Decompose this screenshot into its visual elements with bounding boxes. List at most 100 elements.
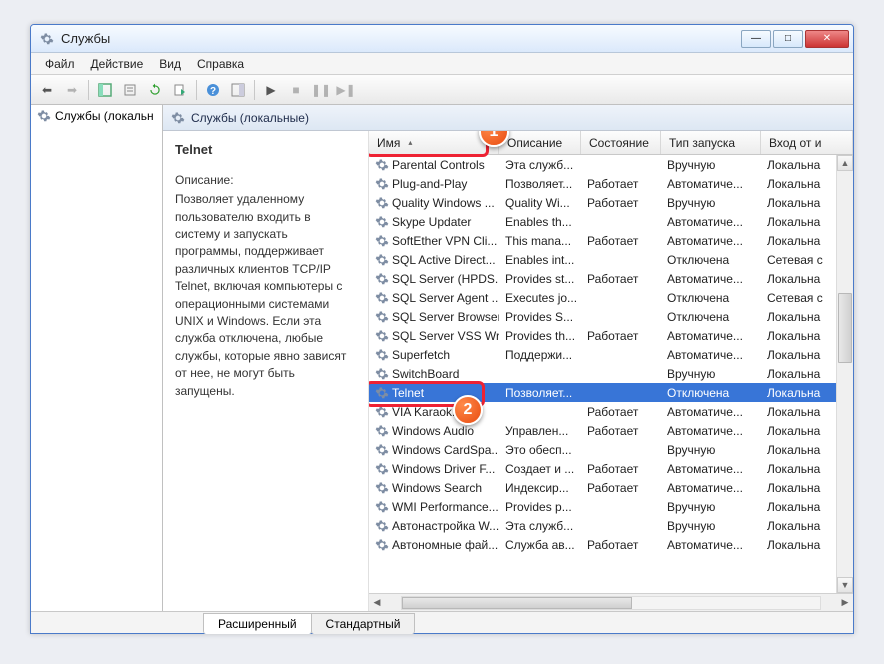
table-row[interactable]: SuperfetchПоддержи...Автоматиче...Локаль…	[369, 345, 853, 364]
menu-file[interactable]: Файл	[37, 55, 83, 73]
cell-name: Windows CardSpa...	[369, 443, 499, 457]
vscroll-thumb[interactable]	[838, 293, 852, 363]
cell-desc: Эта служб...	[499, 158, 581, 172]
table-row[interactable]: SQL Server Agent ...Executes jo...Отключ…	[369, 288, 853, 307]
menu-action[interactable]: Действие	[83, 55, 152, 73]
table-row[interactable]: Автономные фай...Служба ав...РаботаетАвт…	[369, 535, 853, 554]
scroll-left-icon[interactable]: ◀	[369, 597, 385, 608]
scroll-right-icon[interactable]: ▶	[837, 597, 853, 608]
menu-help[interactable]: Справка	[189, 55, 252, 73]
table-row[interactable]: TelnetПозволяет...ОтключенаЛокальна	[369, 383, 853, 402]
cell-state: Работает	[581, 272, 661, 286]
maximize-button[interactable]: □	[773, 30, 803, 48]
table-row[interactable]: Windows AudioУправлен...РаботаетАвтомати…	[369, 421, 853, 440]
separator	[196, 80, 197, 100]
action-pane-button[interactable]	[226, 78, 250, 102]
cell-name: SQL Server VSS Wr...	[369, 329, 499, 343]
table-row[interactable]: SQL Server VSS Wr...Provides th...Работа…	[369, 326, 853, 345]
cell-desc: Это обесп...	[499, 443, 581, 457]
table-row[interactable]: SwitchBoardВручнуюЛокальна	[369, 364, 853, 383]
cell-state: Работает	[581, 462, 661, 476]
table-row[interactable]: WMI Performance...Provides p...ВручнуюЛо…	[369, 497, 853, 516]
cell-start: Автоматиче...	[661, 538, 761, 552]
column-description[interactable]: Описание	[499, 131, 581, 154]
separator	[88, 80, 89, 100]
cell-start: Вручную	[661, 367, 761, 381]
close-button[interactable]: ✕	[805, 30, 849, 48]
forward-button[interactable]: ➡	[60, 78, 84, 102]
cell-name: WMI Performance...	[369, 500, 499, 514]
tree-pane[interactable]: Службы (локальн	[31, 105, 163, 611]
cell-desc: Quality Wi...	[499, 196, 581, 210]
cell-name: Superfetch	[369, 348, 499, 362]
back-button[interactable]: ⬅	[35, 78, 59, 102]
cell-desc: Создает и ...	[499, 462, 581, 476]
cell-start: Отключена	[661, 386, 761, 400]
tab-standard[interactable]: Стандартный	[311, 613, 416, 634]
tree-root[interactable]: Службы (локальн	[31, 105, 162, 127]
table-row[interactable]: Skype UpdaterEnables th...Автоматиче...Л…	[369, 212, 853, 231]
table-row[interactable]: Windows CardSpa...Это обесп...ВручнуюЛок…	[369, 440, 853, 459]
list-header: Службы (локальные)	[163, 105, 853, 131]
minimize-button[interactable]: —	[741, 30, 771, 48]
scroll-up-icon[interactable]: ▲	[837, 155, 853, 171]
export-button[interactable]	[168, 78, 192, 102]
table-row[interactable]: Plug-and-PlayПозволяет...РаботаетАвтомат…	[369, 174, 853, 193]
cell-name: Skype Updater	[369, 215, 499, 229]
cell-name: Автономные фай...	[369, 538, 499, 552]
table-row[interactable]: SoftEther VPN Cli...This mana...Работает…	[369, 231, 853, 250]
table-row[interactable]: Автонастройка W...Эта служб...ВручнуюЛок…	[369, 516, 853, 535]
refresh-button[interactable]	[143, 78, 167, 102]
cell-state: Работает	[581, 329, 661, 343]
tab-extended[interactable]: Расширенный	[203, 613, 312, 634]
titlebar[interactable]: Службы — □ ✕	[31, 25, 853, 53]
cell-desc: Enables int...	[499, 253, 581, 267]
menu-view[interactable]: Вид	[151, 55, 189, 73]
cell-desc: Индексир...	[499, 481, 581, 495]
cell-desc: Provides st...	[499, 272, 581, 286]
cell-start: Автоматиче...	[661, 177, 761, 191]
cell-start: Автоматиче...	[661, 481, 761, 495]
table-row[interactable]: Windows SearchИндексир...РаботаетАвтомат…	[369, 478, 853, 497]
column-startup[interactable]: Тип запуска	[661, 131, 761, 154]
table-row[interactable]: VIA Karaok...РаботаетАвтоматиче...Локаль…	[369, 402, 853, 421]
hscroll-thumb[interactable]	[402, 597, 632, 609]
table-row[interactable]: SQL Server (HPDS...Provides st...Работае…	[369, 269, 853, 288]
table-row[interactable]: Windows Driver F...Создает и ...Работает…	[369, 459, 853, 478]
pause-service-button[interactable]: ❚❚	[309, 78, 333, 102]
vertical-scrollbar[interactable]: ▲ ▼	[836, 155, 853, 593]
cell-desc: Enables th...	[499, 215, 581, 229]
cell-desc: Поддержи...	[499, 348, 581, 362]
table-row[interactable]: SQL Active Direct...Enables int...Отключ…	[369, 250, 853, 269]
cell-desc: This mana...	[499, 234, 581, 248]
badge-2: 2	[453, 395, 483, 425]
cell-name: Plug-and-Play	[369, 177, 499, 191]
horizontal-scrollbar[interactable]: ◀ ▶	[369, 593, 853, 611]
column-logon[interactable]: Вход от и	[761, 131, 853, 154]
cell-start: Автоматиче...	[661, 234, 761, 248]
window-title: Службы	[61, 31, 741, 46]
stop-service-button[interactable]: ■	[284, 78, 308, 102]
start-service-button[interactable]: ▶	[259, 78, 283, 102]
cell-state: Работает	[581, 538, 661, 552]
description-text: Позволяет удаленному пользователю входит…	[175, 191, 356, 400]
cell-start: Отключена	[661, 291, 761, 305]
cell-state: Работает	[581, 177, 661, 191]
cell-start: Вручную	[661, 443, 761, 457]
table-row[interactable]: Parental ControlsЭта служб...ВручнуюЛока…	[369, 155, 853, 174]
right-pane: Службы (локальные) Telnet Описание: Позв…	[163, 105, 853, 611]
table-row[interactable]: SQL Server BrowserProvides S...Отключена…	[369, 307, 853, 326]
cell-name: SoftEther VPN Cli...	[369, 234, 499, 248]
restart-service-button[interactable]: ▶❚	[334, 78, 358, 102]
show-hide-tree-button[interactable]	[93, 78, 117, 102]
column-state[interactable]: Состояние	[581, 131, 661, 154]
help-button[interactable]: ?	[201, 78, 225, 102]
cell-start: Автоматиче...	[661, 329, 761, 343]
table-row[interactable]: Quality Windows ...Quality Wi...Работает…	[369, 193, 853, 212]
cell-desc: Provides th...	[499, 329, 581, 343]
cell-desc: Позволяет...	[499, 386, 581, 400]
selected-service-name: Telnet	[175, 141, 356, 160]
properties-button[interactable]	[118, 78, 142, 102]
rows-container[interactable]: Parental ControlsЭта служб...ВручнуюЛока…	[369, 155, 853, 593]
scroll-down-icon[interactable]: ▼	[837, 577, 853, 593]
